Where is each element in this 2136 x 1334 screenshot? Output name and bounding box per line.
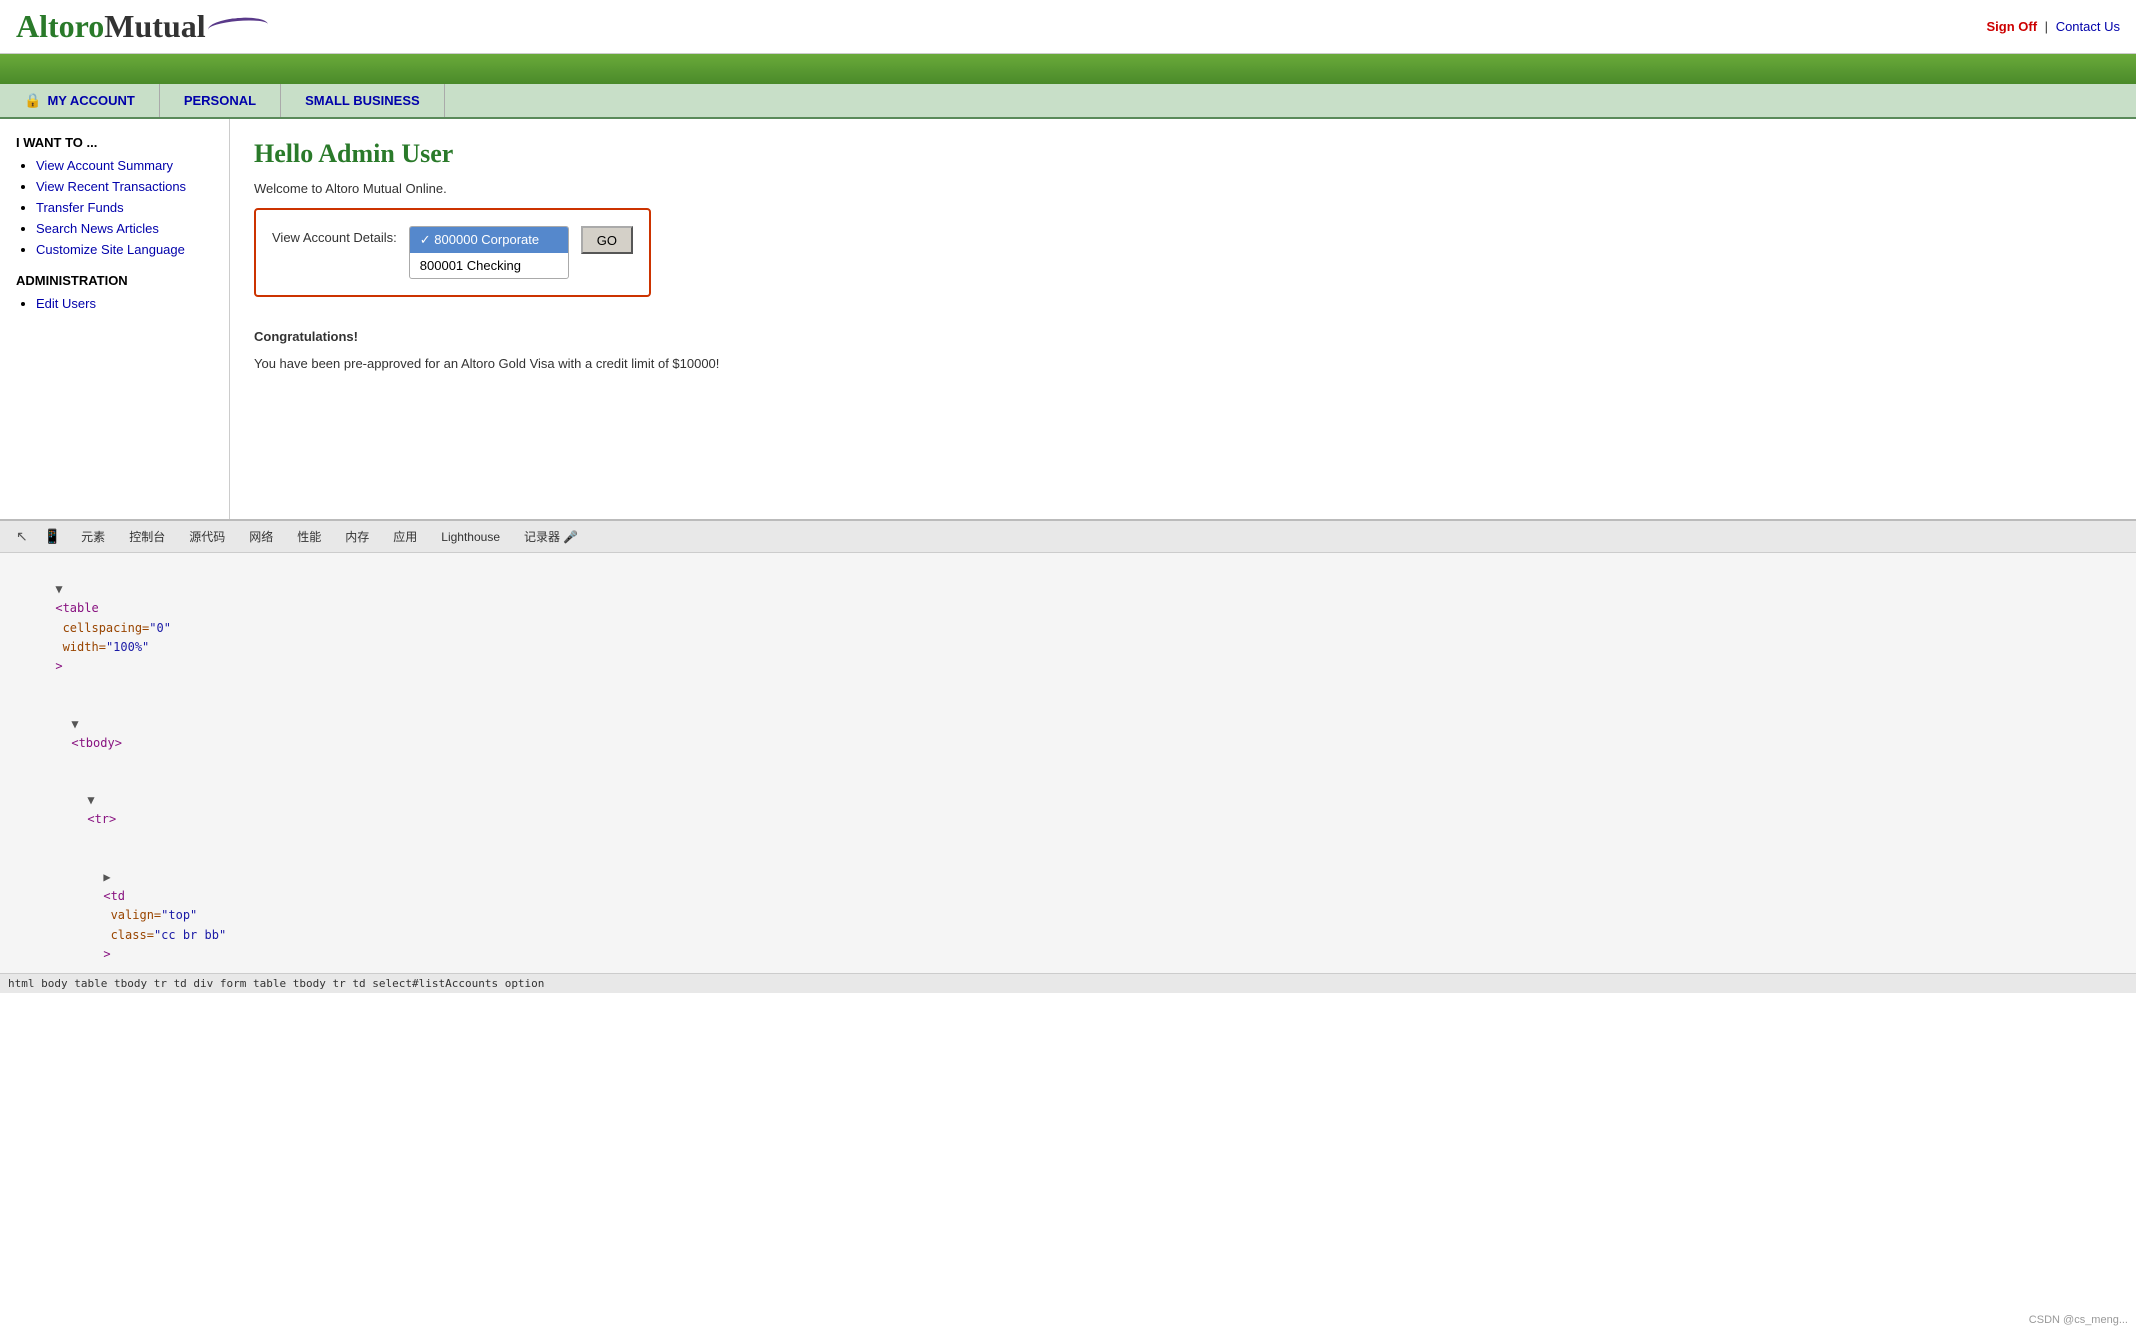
contact-us-link[interactable]: Contact Us xyxy=(2056,19,2120,34)
sidebar-item-view-recent-transactions[interactable]: View Recent Transactions xyxy=(36,179,186,194)
nav-bar: 🔒 MY ACCOUNT PERSONAL SMALL BUSINESS xyxy=(0,84,2136,119)
devtools-tab-elements[interactable]: 元素 xyxy=(69,524,117,549)
code-line: ▶ <td valign="top" class="cc br bb" > … … xyxy=(12,849,2124,973)
header-actions: Sign Off | Contact Us xyxy=(1987,19,2121,34)
lock-icon: 🔒 xyxy=(24,92,41,109)
checkmark-icon: ✓ xyxy=(420,232,435,247)
sidebar-item-view-account-summary[interactable]: View Account Summary xyxy=(36,158,173,173)
nav-my-account[interactable]: 🔒 MY ACCOUNT xyxy=(0,84,160,117)
devtools-select-icon[interactable]: ↖ xyxy=(8,524,36,549)
nav-my-account-label: MY ACCOUNT xyxy=(47,93,134,108)
code-line: ▼ <table cellspacing="0" width="100%" > xyxy=(12,561,2124,695)
account-option-checking[interactable]: 800001 Checking xyxy=(410,253,568,278)
devtools-tab-recorder[interactable]: 记录器 🎤 xyxy=(512,524,590,549)
congrats-title: Congratulations! xyxy=(254,329,2112,344)
sidebar: I WANT TO ... View Account Summary View … xyxy=(0,119,230,519)
account-select-dropdown[interactable]: ✓ 800000 Corporate 800001 Checking xyxy=(409,226,569,279)
account-details-label: View Account Details: xyxy=(272,226,397,245)
list-item: Transfer Funds xyxy=(36,200,213,215)
sidebar-item-edit-users[interactable]: Edit Users xyxy=(36,296,96,311)
logo: AltoroMutual xyxy=(16,8,268,45)
sign-off-link[interactable]: Sign Off xyxy=(1987,19,2038,34)
sidebar-item-search-news-articles[interactable]: Search News Articles xyxy=(36,221,159,236)
page-header: AltoroMutual Sign Off | Contact Us xyxy=(0,0,2136,54)
devtools-device-icon[interactable]: 📱 xyxy=(36,524,69,549)
devtools-tab-performance[interactable]: 性能 xyxy=(285,524,333,549)
account-option-corporate[interactable]: ✓ 800000 Corporate xyxy=(410,227,568,253)
breadcrumb-text: html body table tbody tr td div form tab… xyxy=(8,977,544,990)
option-label: 800000 Corporate xyxy=(434,232,539,247)
sidebar-item-customize-site-language[interactable]: Customize Site Language xyxy=(36,242,185,257)
list-item: Edit Users xyxy=(36,296,213,311)
congrats-text: You have been pre-approved for an Altoro… xyxy=(254,356,2112,371)
sidebar-admin-links-list: Edit Users xyxy=(16,296,213,311)
list-item: View Recent Transactions xyxy=(36,179,213,194)
list-item: View Account Summary xyxy=(36,158,213,173)
account-details-box: View Account Details: ✓ 800000 Corporate… xyxy=(254,208,651,297)
devtools-code-view[interactable]: ▼ <table cellspacing="0" width="100%" > … xyxy=(0,553,2136,973)
nav-small-business[interactable]: SMALL BUSINESS xyxy=(281,84,445,117)
list-item: Search News Articles xyxy=(36,221,213,236)
devtools-tab-application[interactable]: 应用 xyxy=(381,524,429,549)
welcome-text: Welcome to Altoro Mutual Online. xyxy=(254,181,2112,196)
main-content: Hello Admin User Welcome to Altoro Mutua… xyxy=(230,119,2136,519)
nav-small-business-label: SMALL BUSINESS xyxy=(305,93,420,108)
devtools-breadcrumb: html body table tbody tr td div form tab… xyxy=(0,973,2136,993)
code-line: ▼ <tr> xyxy=(12,772,2124,849)
sidebar-section1-title: I WANT TO ... xyxy=(16,135,213,150)
devtools-tab-network[interactable]: 网络 xyxy=(237,524,285,549)
sidebar-links-list: View Account Summary View Recent Transac… xyxy=(16,158,213,257)
list-item: Customize Site Language xyxy=(36,242,213,257)
code-line: ▼ <tbody> xyxy=(12,695,2124,772)
option-label: 800001 Checking xyxy=(420,258,521,273)
nav-personal-label: PERSONAL xyxy=(184,93,256,108)
devtools-tab-sources[interactable]: 源代码 xyxy=(177,524,237,549)
account-details-row: View Account Details: ✓ 800000 Corporate… xyxy=(272,226,633,279)
csdn-badge: CSDN @cs_meng... xyxy=(2029,1314,2128,1326)
go-button[interactable]: GO xyxy=(581,226,633,254)
green-bar xyxy=(0,54,2136,84)
sidebar-item-transfer-funds[interactable]: Transfer Funds xyxy=(36,200,124,215)
devtools-toolbar: ↖ 📱 元素 控制台 源代码 网络 性能 内存 应用 Lighthouse 记录… xyxy=(0,521,2136,553)
account-select-wrapper: ✓ 800000 Corporate 800001 Checking xyxy=(409,226,569,279)
page-greeting: Hello Admin User xyxy=(254,139,2112,169)
congrats-section: Congratulations! You have been pre-appro… xyxy=(254,329,2112,371)
header-separator: | xyxy=(2045,19,2048,34)
sidebar-section2-title: ADMINISTRATION xyxy=(16,273,213,288)
devtools-tab-lighthouse[interactable]: Lighthouse xyxy=(429,526,512,548)
devtools-tab-console[interactable]: 控制台 xyxy=(117,524,177,549)
logo-altoro: Altoro xyxy=(16,8,104,45)
nav-personal[interactable]: PERSONAL xyxy=(160,84,281,117)
logo-mutual: Mutual xyxy=(104,8,205,45)
devtools-panel: ↖ 📱 元素 控制台 源代码 网络 性能 内存 应用 Lighthouse 记录… xyxy=(0,519,2136,993)
logo-swoosh xyxy=(207,15,268,38)
main-layout: I WANT TO ... View Account Summary View … xyxy=(0,119,2136,519)
devtools-tab-memory[interactable]: 内存 xyxy=(333,524,381,549)
